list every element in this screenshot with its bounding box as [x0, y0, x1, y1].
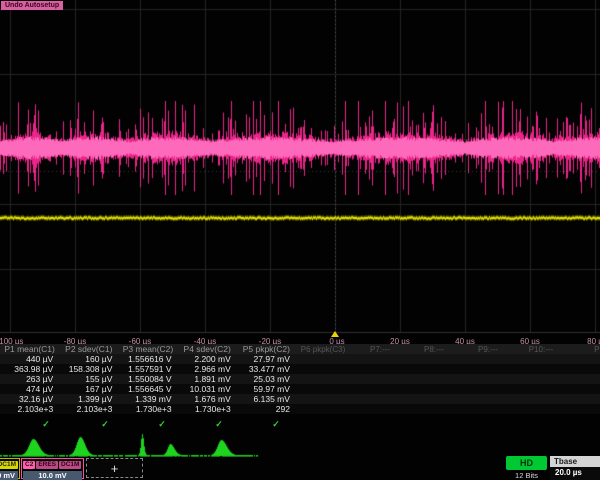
- value-cell: 160 µV: [59, 354, 118, 364]
- value-cell: 474 µV: [0, 384, 59, 394]
- status-check-icon: ✓: [42, 419, 50, 430]
- value-cell: 158.308 µV: [59, 364, 118, 374]
- measurement-status-row: ✓ ✓ ✓ ✓ ✓: [0, 419, 600, 430]
- value-cell: 59.97 mV: [237, 384, 296, 394]
- oscilloscope-screen: Undo Autosetup -100 µs -80 µs -60 µs -40…: [0, 0, 600, 480]
- value-cell: 1.550084 V: [118, 374, 177, 384]
- param-header-p2[interactable]: P2 sdev(C1): [59, 344, 118, 354]
- param-header-p3[interactable]: P3 mean(C2): [118, 344, 177, 354]
- timebase-descriptor[interactable]: Tbase 20.0 µs: [550, 456, 600, 480]
- status-check-icon: ✓: [158, 419, 166, 430]
- channel-c1-descriptor[interactable]: DC1M 0 mV: [0, 458, 20, 479]
- param-header-p10[interactable]: P10:---: [516, 345, 566, 354]
- param-header-p6[interactable]: P6 pkpk(C3): [296, 345, 350, 354]
- param-header-p11[interactable]: P11:---: [582, 345, 600, 354]
- measurement-row-sdev: 32.16 µV 1.399 µV 1.339 mV 1.676 mV 6.13…: [0, 394, 600, 404]
- param-header-p7[interactable]: P7:---: [356, 345, 404, 354]
- bottom-descriptor-bar: DC1M 0 mV C2 ERES DC1M 10.0 mV + HD 12 B…: [0, 456, 600, 480]
- value-cell: 25.03 mV: [237, 374, 296, 384]
- timebase-scale: 20.0 µs: [550, 467, 600, 478]
- value-cell: 1.730e+3: [178, 404, 237, 414]
- value-cell: 1.557591 V: [118, 364, 177, 374]
- c2-vertical-scale: 10.0 mV: [23, 471, 82, 480]
- param-header-p9[interactable]: P9:---: [464, 345, 512, 354]
- measurement-table: P1 mean(C1) P2 sdev(C1) P3 mean(C2) P4 s…: [0, 344, 600, 414]
- add-trace-button[interactable]: +: [86, 458, 143, 478]
- value-cell: 155 µV: [59, 374, 118, 384]
- measurement-row-max: 474 µV 167 µV 1.556645 V 10.031 mV 59.97…: [0, 384, 600, 394]
- status-check-icon: ✓: [272, 419, 280, 430]
- measurement-row-value: 440 µV 160 µV 1.556616 V 2.200 mV 27.97 …: [0, 354, 600, 364]
- histicon-strip: [0, 433, 600, 457]
- value-cell: 292: [237, 404, 296, 414]
- measurement-row-min: 263 µV 155 µV 1.550084 V 1.891 mV 25.03 …: [0, 374, 600, 384]
- param-header-p4[interactable]: P4 sdev(C2): [178, 344, 237, 354]
- hd-mode-badge: HD: [506, 456, 547, 470]
- value-cell: 2.200 mV: [178, 354, 237, 364]
- value-cell: 1.676 mV: [178, 394, 237, 404]
- value-cell: 167 µV: [59, 384, 118, 394]
- param-header-p8[interactable]: P8:---: [410, 345, 458, 354]
- value-cell: 1.891 mV: [178, 374, 237, 384]
- value-cell: 2.966 mV: [178, 364, 237, 374]
- c2-eres-chip: ERES: [36, 461, 58, 469]
- value-cell: 32.16 µV: [0, 394, 59, 404]
- value-cell: 1.730e+3: [118, 404, 177, 414]
- param-header-p1[interactable]: P1 mean(C1): [0, 344, 59, 354]
- undo-autosetup-button[interactable]: Undo Autosetup: [1, 1, 63, 10]
- value-cell: 363.98 µV: [0, 364, 59, 374]
- channel-c2-descriptor[interactable]: C2 ERES DC1M 10.0 mV: [21, 458, 84, 479]
- value-cell: 33.477 mV: [237, 364, 296, 374]
- value-cell: 1.339 mV: [118, 394, 177, 404]
- value-cell: 2.103e+3: [59, 404, 118, 414]
- measurement-row-num: 2.103e+3 2.103e+3 1.730e+3 1.730e+3 292: [0, 404, 600, 414]
- value-cell: 1.556645 V: [118, 384, 177, 394]
- waveform-grid-canvas: [0, 0, 600, 334]
- hd-bits-label: 12 Bits: [506, 471, 547, 480]
- c1-coupling-chip: DC1M: [0, 461, 18, 469]
- timebase-label: Tbase: [550, 456, 600, 467]
- c1-vertical-scale: 0 mV: [0, 471, 18, 480]
- c2-label-chip: C2: [23, 461, 35, 469]
- status-check-icon: ✓: [101, 419, 109, 430]
- value-cell: 2.103e+3: [0, 404, 59, 414]
- value-cell: 10.031 mV: [178, 384, 237, 394]
- value-cell: 1.556616 V: [118, 354, 177, 364]
- status-check-icon: ✓: [215, 419, 223, 430]
- value-cell: 1.399 µV: [59, 394, 118, 404]
- value-cell: 6.135 mV: [237, 394, 296, 404]
- measurement-row-mean: 363.98 µV 158.308 µV 1.557591 V 2.966 mV…: [0, 364, 600, 374]
- value-cell: 263 µV: [0, 374, 59, 384]
- value-cell: 27.97 mV: [237, 354, 296, 364]
- param-header-p5[interactable]: P5 pkpk(C2): [237, 344, 296, 354]
- c2-coupling-chip: DC1M: [59, 461, 81, 469]
- value-cell: 440 µV: [0, 354, 59, 364]
